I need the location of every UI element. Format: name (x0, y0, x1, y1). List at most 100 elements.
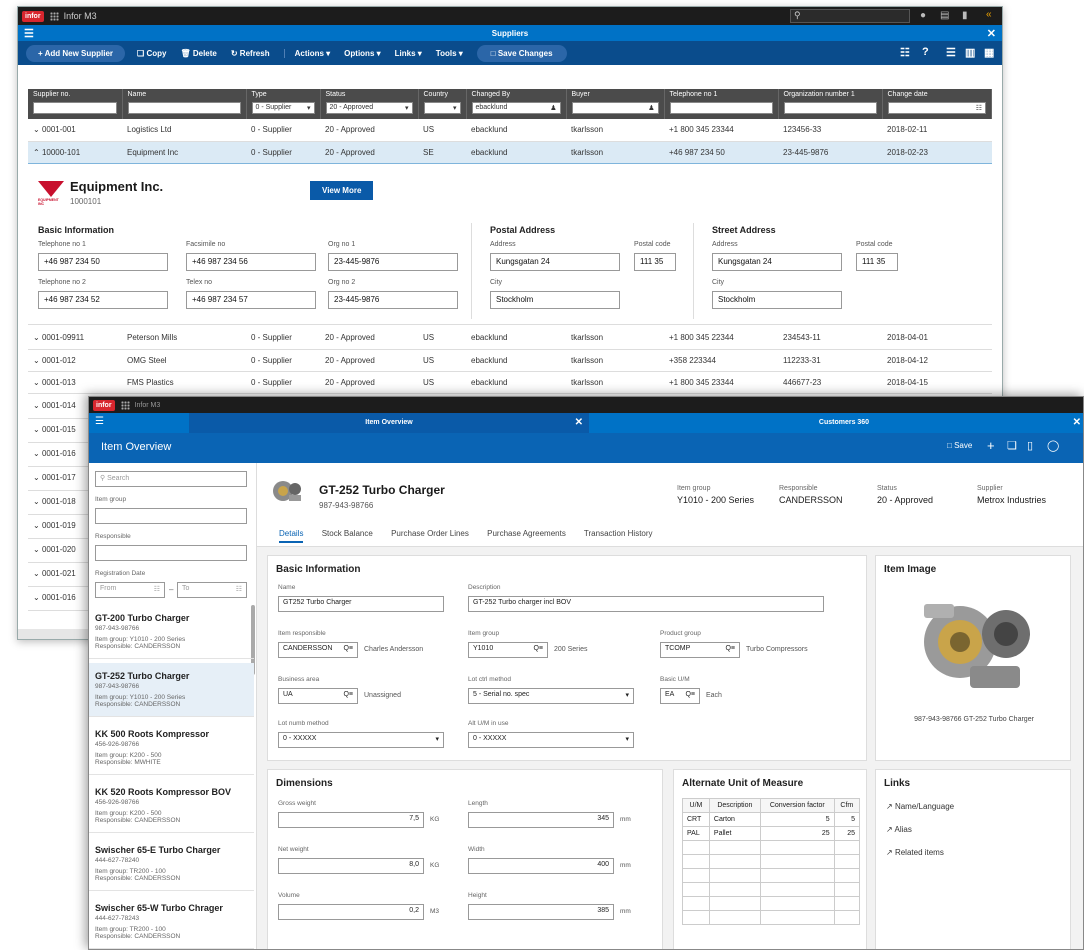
delete-button[interactable]: 🗑 Delete (180, 49, 216, 58)
lot-ctrl-select[interactable]: 5 - Serial no. spec ▾ (468, 688, 634, 704)
close-icon[interactable]: ✕ (987, 27, 996, 40)
help-icon[interactable]: ? (922, 46, 929, 58)
name-field[interactable]: GT252 Turbo Charger (278, 596, 444, 612)
date-to-input[interactable]: To ☷ (177, 582, 247, 598)
copy-icon[interactable]: ❏ (1007, 439, 1017, 452)
street-city-field[interactable]: Stockholm (712, 291, 842, 309)
filter-type[interactable]: 0 - Supplier ▾ (251, 102, 315, 114)
responsible-input[interactable] (95, 545, 247, 561)
volume-field[interactable]: 0,2 (278, 904, 424, 920)
actions-menu[interactable]: Actions ▾ (283, 48, 330, 58)
copy-button[interactable]: ❏ Copy (137, 49, 166, 58)
bookmark-icon[interactable]: ▮ (962, 10, 968, 21)
item-group-input[interactable] (95, 508, 247, 524)
save-changes-button[interactable]: □ Save Changes (476, 44, 567, 62)
tel2-field[interactable]: +46 987 234 52 (38, 291, 168, 309)
inbox-icon[interactable]: ▤ (940, 10, 949, 21)
filter-telephone[interactable] (669, 102, 773, 114)
filter-supplier-no[interactable] (33, 102, 117, 114)
list-view-icon[interactable]: ☰ (946, 46, 956, 59)
close-icon[interactable]: ✕ (575, 413, 583, 433)
refresh-button[interactable]: ↻ Refresh (231, 49, 270, 58)
lookup-icon[interactable]: Q≡ (343, 645, 353, 652)
alt-um-select[interactable]: 0 - XXXXX ▾ (468, 732, 634, 748)
add-supplier-button[interactable]: + Add New Supplier (26, 44, 126, 62)
tab-stock-balance[interactable]: Stock Balance (322, 529, 373, 538)
list-item[interactable]: KK 520 Roots Kompressor BOV 456-926-9876… (89, 779, 254, 833)
search-input[interactable]: ⚲ Search (95, 471, 247, 487)
table-row[interactable]: ⌄ 0001-012 OMG Steel 0 - Supplier 20 - A… (28, 349, 992, 372)
org1-field[interactable]: 23-445-9876 (328, 253, 458, 271)
calendar-icon[interactable]: ☷ (900, 46, 910, 59)
list-item[interactable]: GT-200 Turbo Charger 987-943-98766 Item … (89, 605, 254, 659)
link-name-language[interactable]: ↗ Name/Language (886, 802, 954, 811)
filter-changed-by[interactable]: ebacklund ♟ (471, 102, 561, 114)
tab-item-overview[interactable]: Item Overview ✕ (189, 413, 589, 433)
grid-view-icon[interactable]: ▦ (984, 46, 994, 59)
global-search-input[interactable]: ⚲ (790, 9, 910, 23)
lookup-icon[interactable]: Q≡ (343, 691, 353, 698)
filter-name[interactable] (127, 102, 241, 114)
hamburger-icon[interactable]: ☰ (95, 416, 104, 427)
options-menu[interactable]: Options ▾ (344, 49, 380, 58)
product-group-field[interactable]: TCOMP Q≡ (660, 642, 740, 658)
table-row[interactable]: ⌄ 0001-09911 Peterson Mills 0 - Supplier… (28, 327, 992, 350)
filter-change-date[interactable]: ☷ (887, 102, 986, 114)
lookup-icon[interactable]: Q≡ (685, 691, 695, 698)
telex-field[interactable]: +46 987 234 57 (186, 291, 316, 309)
basic-um-field[interactable]: EA Q≡ (660, 688, 700, 704)
view-more-button[interactable]: View More (310, 181, 374, 200)
table-row[interactable]: ⌄ 0001-001 Logistics Ltd 0 - Supplier 20… (28, 119, 992, 142)
chevron-down-icon[interactable]: ⌄ (33, 378, 40, 387)
chevron-up-icon[interactable]: ⌃ (33, 148, 40, 157)
filter-buyer[interactable]: ♟ (571, 102, 659, 114)
table-row[interactable]: CRT Carton 5 5 (682, 812, 861, 827)
link-related-items[interactable]: ↗ Related items (886, 848, 944, 857)
lot-numb-select[interactable]: 0 - XXXXX ▾ (278, 732, 444, 748)
item-responsible-field[interactable]: CANDERSSON Q≡ (278, 642, 358, 658)
lookup-icon[interactable]: Q≡ (533, 645, 543, 652)
net-weight-field[interactable]: 8,0 (278, 858, 424, 874)
links-menu[interactable]: Links ▾ (395, 49, 422, 58)
link-alias[interactable]: ↗ Alias (886, 825, 912, 834)
list-item[interactable]: Swischer 65-E Turbo Charger 444-627-7824… (89, 837, 254, 891)
list-item-selected[interactable]: GT-252 Turbo Charger 987-943-98766 Item … (89, 663, 254, 717)
refresh-icon[interactable]: ◯ (1047, 439, 1059, 452)
close-icon[interactable]: ✕ (1073, 413, 1081, 433)
tab-purchase-order-lines[interactable]: Purchase Order Lines (391, 529, 469, 538)
save-button[interactable]: □ Save (947, 441, 972, 450)
lookup-icon[interactable]: Q≡ (725, 645, 735, 652)
app-grid-icon[interactable] (49, 11, 59, 21)
street-address-field[interactable]: Kungsgatan 24 (712, 253, 842, 271)
date-from-input[interactable]: From ☷ (95, 582, 165, 598)
detail-view-icon[interactable]: ▥ (965, 46, 975, 59)
street-code-field[interactable]: 111 35 (856, 253, 898, 271)
description-field[interactable]: GT-252 Turbo charger incl BOV (468, 596, 824, 612)
business-area-field[interactable]: UA Q≡ (278, 688, 358, 704)
table-row[interactable]: ⌄ 0001-013 FMS Plastics 0 - Supplier 20 … (28, 371, 992, 394)
org2-field[interactable]: 23-445-9876 (328, 291, 458, 309)
hamburger-icon[interactable]: ☰ (24, 27, 34, 40)
tab-details[interactable]: Details (279, 529, 304, 543)
add-icon[interactable]: + (987, 438, 995, 453)
chevron-down-icon[interactable]: ⌄ (33, 333, 40, 342)
collapse-icon[interactable]: « (986, 9, 992, 20)
tab-transaction-history[interactable]: Transaction History (584, 529, 653, 538)
fax-field[interactable]: +46 987 234 56 (186, 253, 316, 271)
height-field[interactable]: 385 (468, 904, 614, 920)
tab-purchase-agreements[interactable]: Purchase Agreements (487, 529, 566, 538)
app-grid-icon[interactable] (120, 400, 130, 410)
list-item[interactable]: Swischer 65-W Turbo Chrager 444-627-7824… (89, 895, 254, 949)
gross-weight-field[interactable]: 7,5 (278, 812, 424, 828)
tab-customers-360[interactable]: Customers 360 ✕ (599, 413, 1083, 433)
table-row[interactable]: PAL Pallet 25 25 (682, 826, 861, 841)
chevron-down-icon[interactable]: ⌄ (33, 125, 40, 134)
width-field[interactable]: 400 (468, 858, 614, 874)
filter-country[interactable]: ▾ (423, 102, 461, 114)
filter-org-number[interactable] (783, 102, 877, 114)
chevron-down-icon[interactable]: ⌄ (33, 356, 40, 365)
filter-status[interactable]: 20 - Approved ▾ (325, 102, 413, 114)
user-icon[interactable]: ● (920, 10, 926, 21)
table-row-selected[interactable]: ⌃ 10000-101 Equipment Inc 0 - Supplier 2… (28, 140, 992, 164)
item-group-field[interactable]: Y1010 Q≡ (468, 642, 548, 658)
